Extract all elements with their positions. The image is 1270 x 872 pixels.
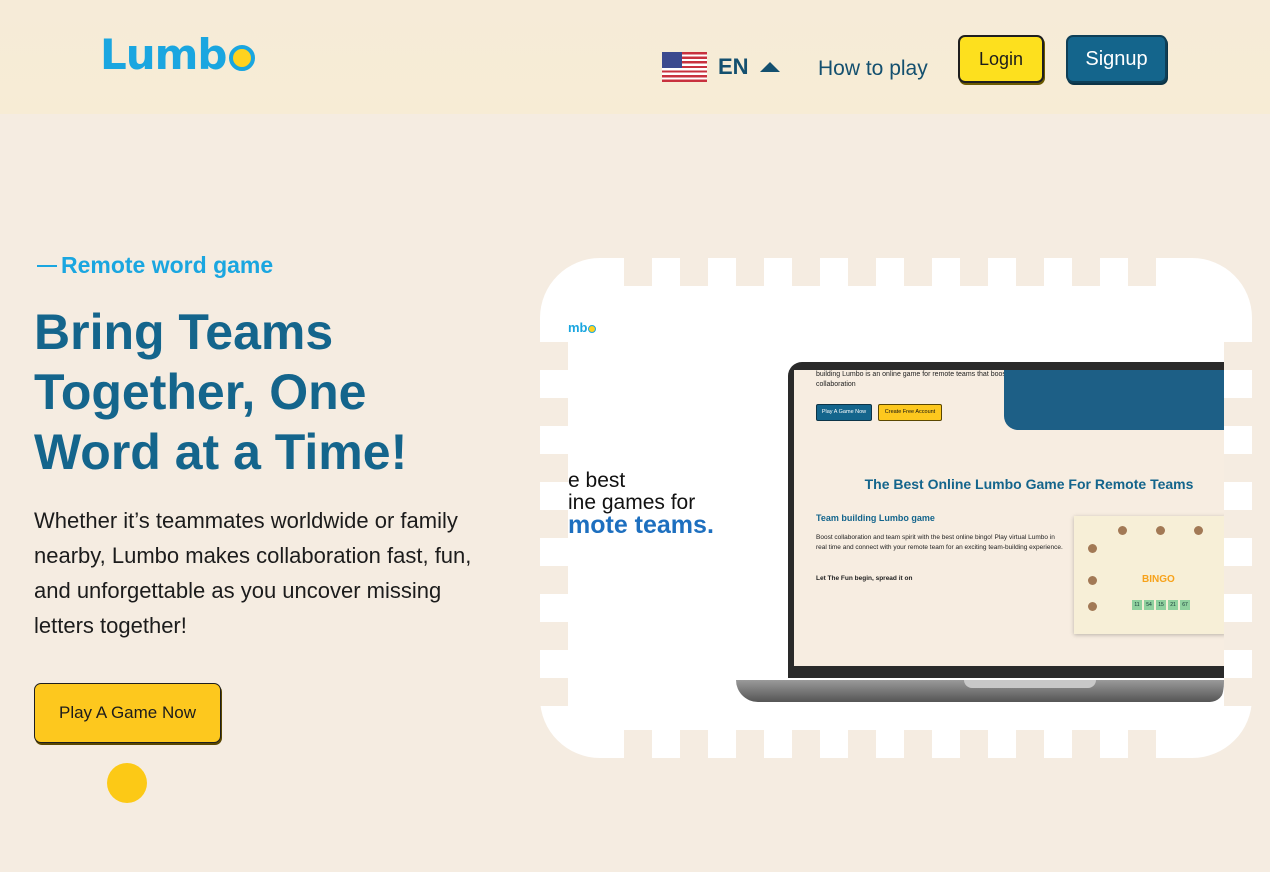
frame-notch [904,730,932,758]
bingo-cell: 21 [1168,600,1178,610]
login-button[interactable]: Login [958,35,1044,83]
frame-notch [680,730,708,758]
logo-o-icon [228,44,255,71]
bingo-cells: 11 54 15 21 67 [1132,600,1190,610]
frame-notch [848,730,876,758]
frame-notch [1224,454,1252,482]
frame-notch [540,622,568,650]
bingo-cell: 15 [1156,600,1166,610]
player-avatar [1118,526,1127,535]
player-avatar [1156,526,1165,535]
frame-notch [624,258,652,286]
frame-notch [540,342,568,370]
frame-notch [624,730,652,758]
frame-notch [736,730,764,758]
player-avatar [1088,544,1097,553]
us-flag-icon [662,52,707,82]
preview-headline-line3: mote teams. [568,511,714,539]
frame-notch [1224,566,1252,594]
hero-description: Whether it’s teammates worldwide or fami… [34,508,472,638]
frame-notch [1224,398,1252,426]
frame-notch [540,454,568,482]
bingo-cell: 11 [1132,600,1142,610]
frame-notch [1224,342,1252,370]
frame-notch [1072,258,1100,286]
frame-notch [1224,622,1252,650]
screen-title: The Best Online Lumbo Game For Remote Te… [864,476,1194,492]
screen-play-button: Play A Game Now [816,404,872,421]
bingo-label: BINGO [1142,574,1175,585]
screen-fun-text: Let The Fun begin, spread it on [816,575,913,582]
screen-game-preview: BINGO 11 54 15 21 67 [1074,516,1224,634]
player-avatar [1088,602,1097,611]
eyebrow-text: Remote word game [61,252,274,278]
player-avatar [1194,526,1203,535]
frame-notch [792,258,820,286]
player-avatar [1088,576,1097,585]
frame-notch [680,258,708,286]
how-to-play-link[interactable]: How to play [818,57,928,81]
frame-notch [1128,258,1156,286]
preview-mini-logo: mb [568,320,596,335]
language-selector[interactable]: EN [662,52,780,82]
hero-title: Bring Teams Together, One Word at a Time… [34,304,408,480]
frame-notch [1224,678,1252,706]
screen-banner [1004,370,1224,430]
frame-notch [540,678,568,706]
caret-up-icon [759,62,780,72]
frame-notch [904,258,932,286]
laptop-base [736,680,1224,702]
frame-notch [540,398,568,426]
frame-notch [848,258,876,286]
logo-text: Lumb [100,30,227,79]
bingo-cell: 67 [1180,600,1190,610]
frame-notch [1072,730,1100,758]
bingo-cell: 54 [1144,600,1154,610]
screen-body: Boost collaboration and team spirit with… [816,534,1063,551]
laptop-screen: building Lumbo is an online game for rem… [794,370,1224,666]
screen-subtitle: Team building Lumbo game [816,513,935,523]
frame-notch [1224,510,1252,538]
lumbo-logo[interactable]: Lumb [100,30,255,79]
hero-eyebrow: Remote word game [37,252,273,279]
screen-create-account-button: Create Free Account [878,404,942,421]
site-header: Lumb EN How to play Login Signup [0,0,1270,114]
preview-headline: e best ine games for mote teams. [568,469,714,539]
screen-intro: building Lumbo is an online game for rem… [816,371,1012,388]
frame-notch [960,258,988,286]
frame-notch [1128,730,1156,758]
play-game-button[interactable]: Play A Game Now [34,683,221,743]
frame-notch [792,730,820,758]
decorative-dot [107,763,147,803]
preview-headline-line1: e best [568,469,626,492]
frame-notch [736,258,764,286]
frame-notch [1016,258,1044,286]
frame-notch [960,730,988,758]
hero-preview-image: mb e best ine games for mote teams. buil… [568,286,1224,730]
language-code: EN [718,54,749,79]
signup-button[interactable]: Signup [1066,35,1167,83]
frame-notch [540,510,568,538]
frame-notch [540,566,568,594]
frame-notch [1016,730,1044,758]
eyebrow-dash [37,264,57,267]
